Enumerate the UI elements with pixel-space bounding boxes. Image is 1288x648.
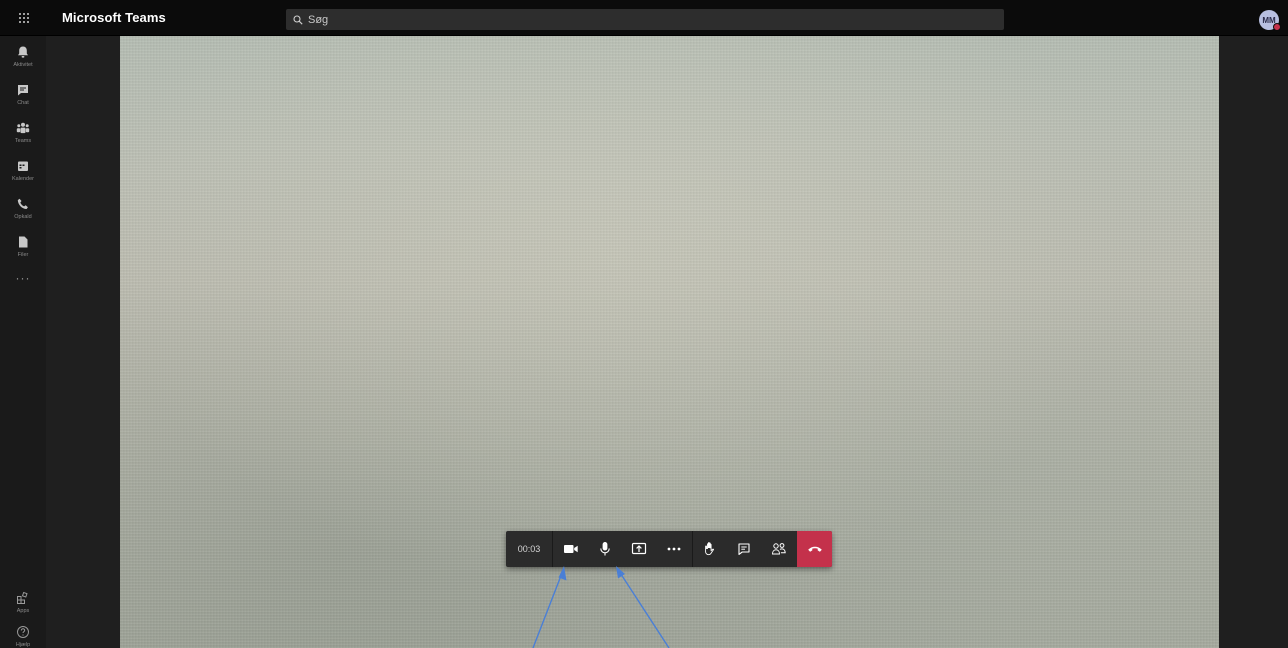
call-timer: 00:03 [517,544,541,554]
stage-left-margin [46,36,120,648]
raise-hand-button[interactable] [693,531,727,567]
hang-up-icon [807,546,822,552]
app-launcher-button[interactable] [0,0,48,36]
profile-avatar[interactable]: MM [1259,10,1281,31]
waffle-icon [19,13,29,23]
share-screen-button[interactable] [622,531,656,567]
help-icon [17,626,29,638]
calendar-icon [18,161,28,171]
bell-icon [18,46,28,58]
rail-item-label: Teams [14,138,32,144]
rail-item-label: Apps [16,608,30,614]
share-screen-icon [631,542,647,555]
more-options-icon [667,547,681,551]
raise-hand-icon [705,542,714,556]
rail-item-label: Aktivitet [13,62,33,68]
participants-button[interactable] [761,531,797,567]
presence-badge [1273,23,1281,31]
chat-icon [18,85,28,96]
hang-up-button[interactable] [797,531,832,567]
participants-icon [771,543,786,555]
show-conversation-icon [738,543,750,555]
camera-icon [564,545,578,553]
title-bar: Microsoft Teams Søg MM [0,0,1288,36]
rail-item-chat[interactable]: Chat [0,80,46,118]
file-icon [19,236,28,248]
more-apps-button[interactable]: ··· [0,272,46,284]
teams-icon [16,122,30,134]
rail-item-apps[interactable]: Apps [0,588,46,626]
teams-window: Microsoft Teams Søg MM Aktivitet Chat Te… [0,0,1288,648]
microphone-toggle-button[interactable] [588,531,622,567]
rail-item-activity[interactable]: Aktivitet [0,42,46,80]
rail-item-label: Hjælp [15,642,31,648]
apps-icon [17,591,28,604]
rail-item-help[interactable]: Hjælp [0,622,46,648]
more-options-button[interactable] [656,531,692,567]
search-icon [293,14,303,25]
rail-item-label: Chat [17,100,29,106]
call-controls-bar: 00:03 [506,531,832,567]
search-input[interactable]: Søg [286,9,1004,30]
rail-item-label: Kalender [11,176,35,182]
search-placeholder: Søg [308,13,329,26]
microphone-icon [600,542,610,556]
phone-icon [17,198,28,209]
app-bar: Aktivitet Chat Teams Kalender Opkald Fil… [0,36,46,648]
show-conversation-button[interactable] [727,531,761,567]
camera-toggle-button[interactable] [554,531,588,567]
rail-item-files[interactable]: Filer [0,232,46,270]
rail-item-label: Opkald [14,214,32,220]
stage-right-margin [1219,36,1288,648]
rail-item-label: Filer [17,252,29,258]
app-title: Microsoft Teams [62,10,166,25]
rail-item-calendar[interactable]: Kalender [0,156,46,194]
rail-item-teams[interactable]: Teams [0,118,46,156]
controls-divider [552,531,553,567]
rail-item-calls[interactable]: Opkald [0,194,46,232]
